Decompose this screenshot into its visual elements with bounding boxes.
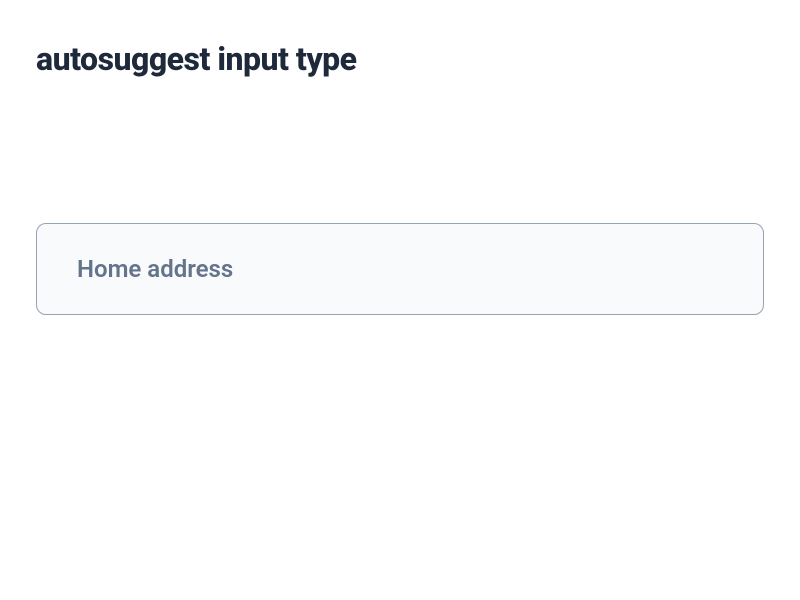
- page-title: autosuggest input type: [36, 40, 764, 78]
- home-address-input[interactable]: [36, 223, 764, 315]
- autosuggest-input-wrapper: [36, 223, 764, 315]
